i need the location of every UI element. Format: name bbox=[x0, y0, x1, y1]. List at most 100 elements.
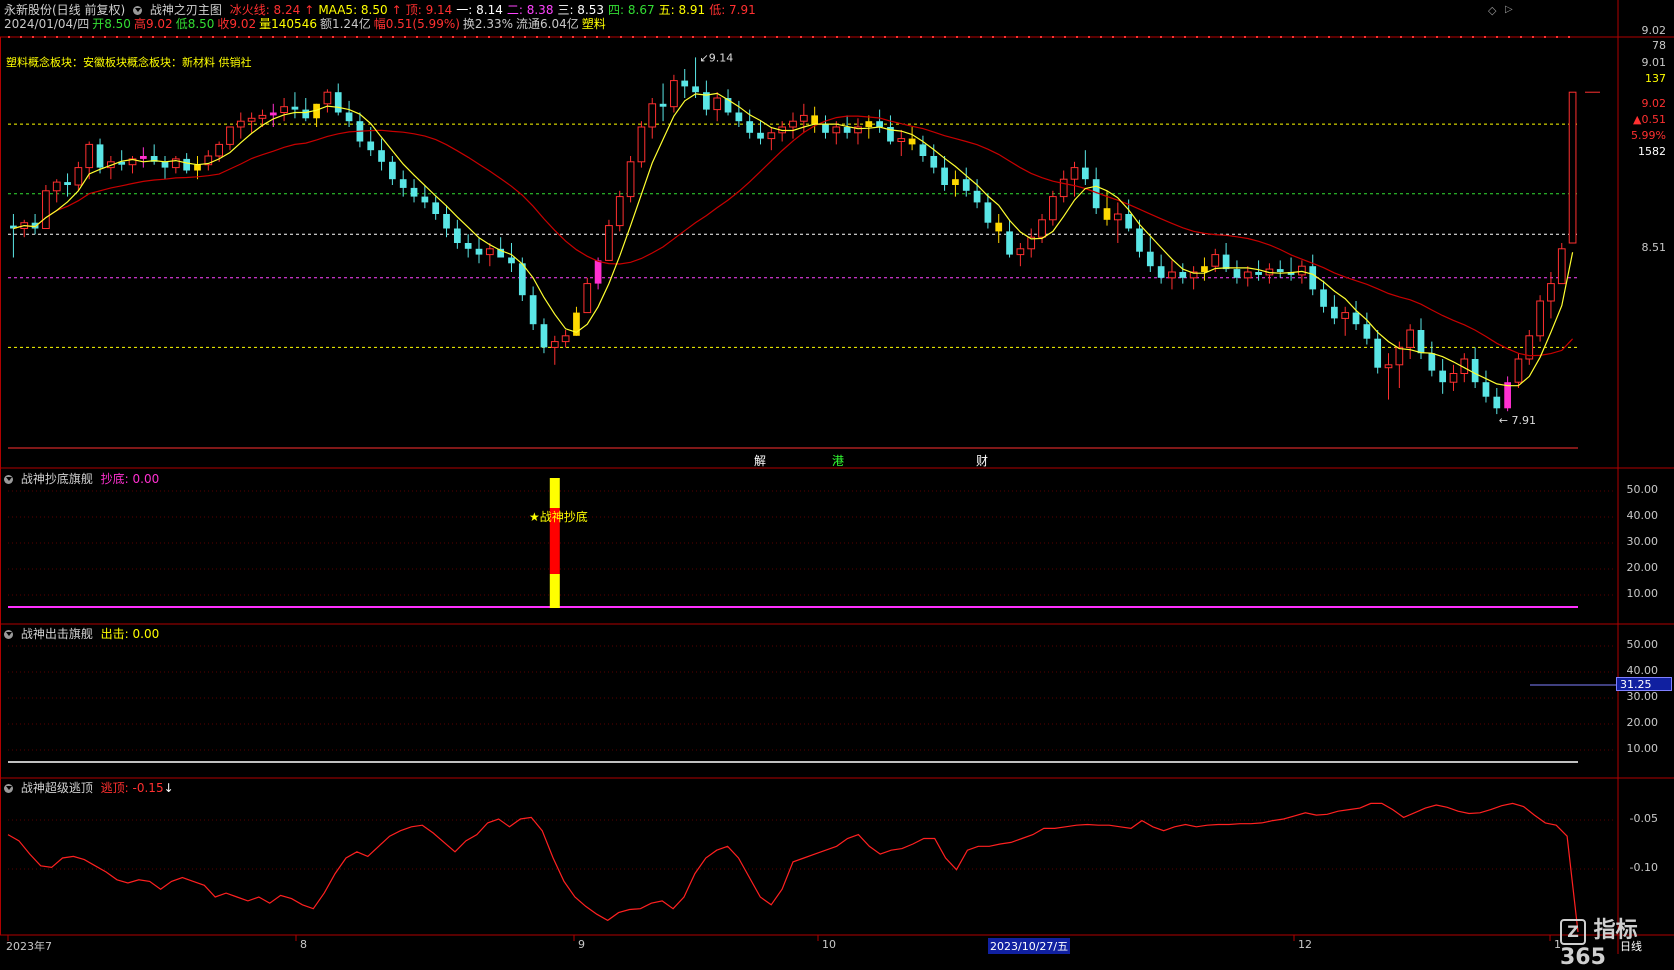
candle-body-40 bbox=[443, 214, 450, 229]
candle-body-50 bbox=[550, 341, 559, 348]
panel3-title[interactable]: 战神超级逃顶 bbox=[21, 781, 93, 795]
panel3-value: 逃顶: -0.15 bbox=[100, 781, 164, 795]
ma-long-line bbox=[13, 115, 1574, 357]
candle-body-68 bbox=[746, 121, 754, 133]
candle-body-108 bbox=[1179, 272, 1187, 278]
event-jie[interactable]: 解 bbox=[754, 452, 766, 469]
candle-body-17 bbox=[194, 164, 201, 171]
candle-body-88 bbox=[962, 179, 970, 191]
event-gang[interactable]: 港 bbox=[832, 452, 844, 469]
candle-body-54 bbox=[594, 260, 602, 284]
candle-body-37 bbox=[410, 187, 418, 197]
panel1-title[interactable]: 战神抄底旗舰 bbox=[21, 472, 93, 486]
candle-body-72 bbox=[789, 120, 797, 128]
watermark: Z 指标365 bbox=[1560, 912, 1674, 970]
candle-body-89 bbox=[973, 190, 981, 203]
candle-body-63 bbox=[692, 86, 699, 93]
panel1-dropdown-icon[interactable] bbox=[4, 475, 13, 484]
candle-body-124 bbox=[1352, 312, 1360, 325]
candle-body-6 bbox=[74, 167, 83, 186]
panel1-signal-bar-bottom bbox=[549, 574, 560, 608]
candle-body-95 bbox=[1038, 219, 1046, 238]
price-change: ▲0.51 bbox=[1633, 113, 1666, 126]
candle-body-106 bbox=[1157, 266, 1165, 278]
candle-body-7 bbox=[85, 143, 94, 169]
volume-current: 1582 bbox=[1638, 145, 1666, 158]
candle-body-128 bbox=[1395, 346, 1404, 366]
panel1-tick-20: 20.00 bbox=[1626, 561, 1659, 574]
panel1-tick-30: 30.00 bbox=[1626, 535, 1659, 548]
candle-body-137 bbox=[1493, 396, 1501, 409]
candle-body-132 bbox=[1439, 370, 1447, 383]
candle-body-110 bbox=[1201, 266, 1208, 272]
candle-body-97 bbox=[1059, 178, 1068, 198]
candle-body-127 bbox=[1384, 364, 1393, 369]
panel2-tick-20: 20.00 bbox=[1626, 716, 1659, 729]
candle-body-121 bbox=[1320, 289, 1327, 307]
candle-body-123 bbox=[1341, 312, 1350, 319]
candle-body-61 bbox=[670, 80, 678, 108]
price-tick-1-volume: 137 bbox=[1645, 72, 1666, 85]
candle-body-74 bbox=[811, 115, 819, 125]
panel2-dropdown-icon[interactable] bbox=[4, 630, 13, 639]
candle-body-112 bbox=[1222, 254, 1230, 270]
panel3-dropdown-icon[interactable] bbox=[4, 784, 13, 793]
candle-body-23 bbox=[258, 114, 267, 119]
candle-body-4 bbox=[52, 181, 61, 192]
panel1-signal-bar-top bbox=[549, 478, 560, 508]
candle-body-60 bbox=[659, 103, 667, 107]
candle-body-96 bbox=[1049, 196, 1057, 221]
panel3-arrow-icon: ↓ bbox=[163, 781, 174, 795]
candle-body-77 bbox=[843, 127, 851, 133]
panel2-cursor-value: 31.25 bbox=[1616, 677, 1672, 691]
candle-body-93 bbox=[1016, 248, 1025, 256]
panel1-header: 战神抄底旗舰 抄底: 0.00 bbox=[4, 472, 163, 486]
price-tick-2: 8.51 bbox=[1641, 241, 1667, 254]
xaxis-cursor-date: 2023/10/27/五 bbox=[988, 938, 1071, 954]
xaxis-label-dec: 12 bbox=[1298, 938, 1312, 951]
candle-body-142 bbox=[1547, 283, 1555, 302]
panel3-header: 战神超级逃顶 逃顶: -0.15↓ bbox=[4, 781, 178, 795]
candle-body-125 bbox=[1363, 324, 1371, 339]
candle-body-47 bbox=[518, 263, 526, 296]
candle-body-91 bbox=[995, 222, 1003, 232]
candle-body-117 bbox=[1276, 269, 1284, 272]
panel2-title[interactable]: 战神出击旗舰 bbox=[21, 627, 93, 641]
candle-body-92 bbox=[1006, 231, 1013, 255]
candle-body-26 bbox=[291, 106, 299, 110]
panel2-header: 战神出击旗舰 出击: 0.00 bbox=[4, 627, 163, 641]
candle-body-120 bbox=[1309, 266, 1317, 290]
candle-body-83 bbox=[908, 138, 916, 145]
candle-body-20 bbox=[226, 126, 234, 145]
low-price-mark: ← 7.91 bbox=[1499, 414, 1536, 427]
candle-body-139 bbox=[1514, 358, 1523, 383]
high-price-mark: ↙9.14 bbox=[700, 51, 734, 64]
concept-label: 塑料概念板块：安徽板块概念板块：新材料 供销社 bbox=[6, 56, 252, 69]
candle-body-55 bbox=[605, 225, 613, 261]
candle-body-38 bbox=[421, 196, 429, 203]
candle-body-29 bbox=[323, 91, 332, 105]
candle-body-102 bbox=[1113, 213, 1122, 221]
candle-body-2 bbox=[31, 222, 39, 229]
candle-body-39 bbox=[432, 202, 440, 214]
watermark-logo-icon: Z bbox=[1560, 919, 1586, 945]
candle-body-113 bbox=[1233, 269, 1241, 278]
price-tick-top-volume: 78 bbox=[1652, 39, 1666, 52]
candle-body-87 bbox=[952, 179, 959, 185]
candle-body-3 bbox=[42, 190, 50, 230]
panel2-tick-10: 10.00 bbox=[1626, 742, 1659, 755]
candle-body-114 bbox=[1243, 271, 1252, 279]
candle-body-30 bbox=[334, 92, 342, 113]
event-cai[interactable]: 财 bbox=[976, 452, 988, 469]
candle-body-73 bbox=[799, 114, 808, 122]
candle-body-44 bbox=[485, 248, 494, 256]
candle-body-144 bbox=[1568, 91, 1577, 244]
candle-body-53 bbox=[583, 283, 592, 314]
candle-body-75 bbox=[822, 124, 829, 133]
candle-body-98 bbox=[1070, 167, 1079, 180]
candle-body-135 bbox=[1471, 359, 1479, 383]
panel2-tick-50: 50.00 bbox=[1626, 638, 1659, 651]
main-price-chart[interactable]: ↙9.14 ← 7.91 bbox=[0, 0, 1674, 954]
candle-body-79 bbox=[865, 121, 873, 127]
candle-body-143 bbox=[1557, 248, 1566, 285]
